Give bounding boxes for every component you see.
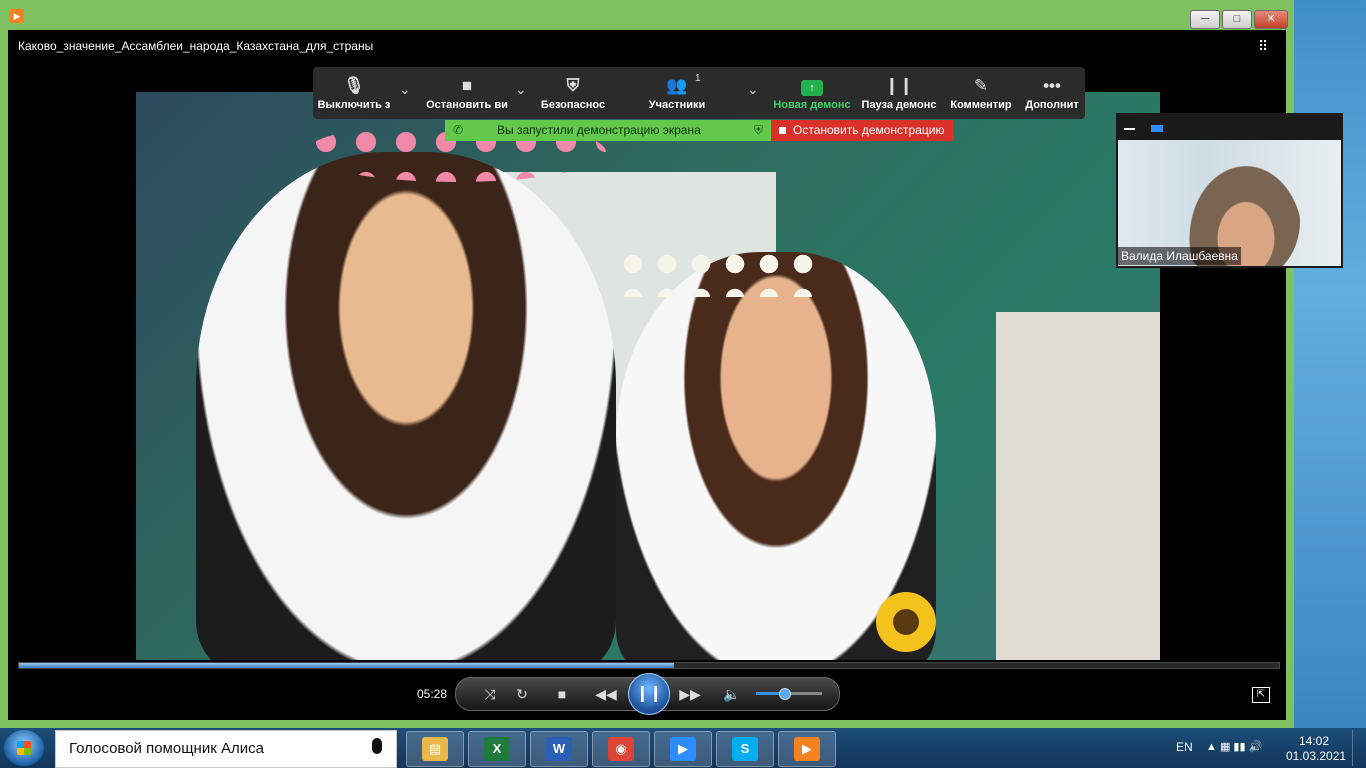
- video-options-chevron-icon[interactable]: ⌄: [515, 81, 527, 98]
- stop-share-button[interactable]: Остановить демонстрацию: [771, 120, 953, 141]
- new-share-label: Новая демонс: [773, 99, 851, 111]
- mute-button[interactable]: 🎙 Выключить з: [315, 67, 393, 119]
- show-desktop-button[interactable]: [1352, 730, 1365, 766]
- participants-count: 1: [695, 73, 701, 84]
- taskbar-clock[interactable]: 14:02 01.03.2021: [1286, 734, 1347, 764]
- next-icon[interactable]: ▶▶: [676, 684, 704, 704]
- microphone-icon[interactable]: [372, 738, 382, 754]
- maximize-button[interactable]: □: [1222, 10, 1252, 29]
- minimize-button[interactable]: ─: [1190, 10, 1220, 29]
- file-explorer-icon: ▤: [422, 737, 448, 761]
- more-button[interactable]: ••• Дополнит: [1021, 67, 1083, 119]
- pause-button[interactable]: ❙❙: [628, 673, 670, 715]
- excel-icon: X: [484, 737, 510, 761]
- shuffle-icon[interactable]: ⤨: [480, 684, 500, 704]
- media-player-icon: ▶: [794, 737, 820, 761]
- shield-icon: ⛨: [566, 76, 580, 95]
- video-camera-icon: ■: [461, 76, 473, 95]
- participants-options-chevron-icon[interactable]: ⌄: [747, 81, 759, 98]
- previous-icon[interactable]: ◀◀: [592, 684, 620, 704]
- video-scene-wall-right: [996, 312, 1160, 660]
- pause-icon: ❙❙: [884, 76, 914, 95]
- elapsed-time: 05:28: [417, 687, 448, 701]
- video-scene-sunflower: [876, 592, 936, 652]
- switch-to-library-icon[interactable]: ⇱: [1252, 687, 1270, 703]
- view-switch-icon[interactable]: ⠿: [1258, 38, 1276, 54]
- participant-video-thumbnail[interactable]: Валида Илашбаевна: [1116, 113, 1343, 268]
- taskbar-app-button[interactable]: ▤: [406, 731, 464, 767]
- security-label: Безопаснос: [540, 99, 606, 111]
- pause-share-label: Пауза демонс: [861, 99, 937, 111]
- taskbar-app-button[interactable]: W: [530, 731, 588, 767]
- annotate-label: Комментир: [950, 99, 1012, 111]
- more-dots-icon: •••: [1043, 76, 1061, 95]
- pencil-icon: ✎: [973, 76, 989, 95]
- chrome-icon: ◉: [608, 737, 634, 761]
- stop-icon[interactable]: ■: [552, 684, 572, 704]
- clock-time: 14:02: [1298, 734, 1330, 748]
- taskbar-app-button[interactable]: ▶: [778, 731, 836, 767]
- taskbar-app-button[interactable]: ◉: [592, 731, 650, 767]
- skype-icon: S: [732, 737, 758, 761]
- volume-icon[interactable]: 🔈: [722, 684, 742, 704]
- sharing-status-text: Вы запустили демонстрацию экрана: [497, 123, 701, 137]
- voice-assistant-search[interactable]: Голосовой помощник Алиса: [55, 730, 397, 768]
- stop-share-label: Остановить демонстрацию: [793, 123, 945, 137]
- participants-label: Участники: [648, 99, 706, 111]
- audio-options-chevron-icon[interactable]: ⌄: [399, 81, 411, 98]
- mute-label: Выключить з: [317, 99, 391, 111]
- taskbar-app-button[interactable]: ▶: [654, 731, 712, 767]
- video-scene-person-left: [196, 152, 616, 660]
- start-button[interactable]: [4, 730, 44, 766]
- phone-icon: ✆: [453, 123, 464, 137]
- taskbar-app-button[interactable]: X: [468, 731, 526, 767]
- close-button[interactable]: ✕: [1254, 10, 1288, 29]
- zoom-icon: ▶: [670, 737, 696, 761]
- volume-knob[interactable]: [778, 688, 791, 700]
- participants-button[interactable]: 👥 1 Участники: [643, 67, 711, 119]
- sharing-status-banner: ✆ Вы запустили демонстрацию экрана ⛨: [445, 120, 771, 141]
- seek-bar-progress: [19, 663, 675, 668]
- more-label: Дополнит: [1025, 99, 1079, 111]
- share-screen-icon: ↑: [801, 80, 823, 96]
- zoom-share-toolbar: 🎙 Выключить з ⌄ ■ Остановить ви ⌄ ⛨ Безо…: [313, 67, 1085, 119]
- stop-video-label: Остановить ви: [426, 99, 508, 111]
- participant-name: Валида Илашбаевна: [1118, 247, 1241, 265]
- clock-date: 01.03.2021: [1286, 749, 1347, 763]
- stop-square-icon: [779, 127, 786, 134]
- media-player-app-icon: ▶: [10, 9, 24, 23]
- annotate-button[interactable]: ✎ Комментир: [947, 67, 1015, 119]
- video-display[interactable]: [136, 92, 1160, 660]
- volume-slider[interactable]: [756, 688, 822, 700]
- video-layout-icon[interactable]: [1151, 125, 1163, 132]
- system-tray-icons[interactable]: ▲ ▦ ▮▮ 🔊: [1206, 740, 1262, 753]
- minimize-thumbnail-icon[interactable]: [1124, 128, 1135, 130]
- desktop-background: [1294, 0, 1366, 728]
- input-language-indicator[interactable]: EN: [1176, 740, 1193, 754]
- windows-logo-icon: [17, 741, 31, 755]
- security-button[interactable]: ⛨ Безопаснос: [537, 67, 609, 119]
- pause-share-button[interactable]: ❙❙ Пауза демонс: [859, 67, 939, 119]
- repeat-icon[interactable]: ↻: [512, 684, 532, 704]
- security-shield-icon: ⛨: [753, 123, 763, 137]
- seek-bar[interactable]: [18, 662, 1280, 669]
- voice-assistant-text: Голосовой помощник Алиса: [69, 740, 264, 757]
- media-title: Каково_значение_Ассамблеи_народа_Казахст…: [18, 39, 374, 53]
- taskbar-app-button[interactable]: S: [716, 731, 774, 767]
- word-icon: W: [546, 737, 572, 761]
- video-scene-flower-wreath-white: [616, 247, 816, 297]
- microphone-icon: 🎙: [343, 76, 365, 95]
- stop-video-button[interactable]: ■ Остановить ви: [421, 67, 513, 119]
- new-share-button[interactable]: ↑ Новая демонс: [771, 67, 853, 119]
